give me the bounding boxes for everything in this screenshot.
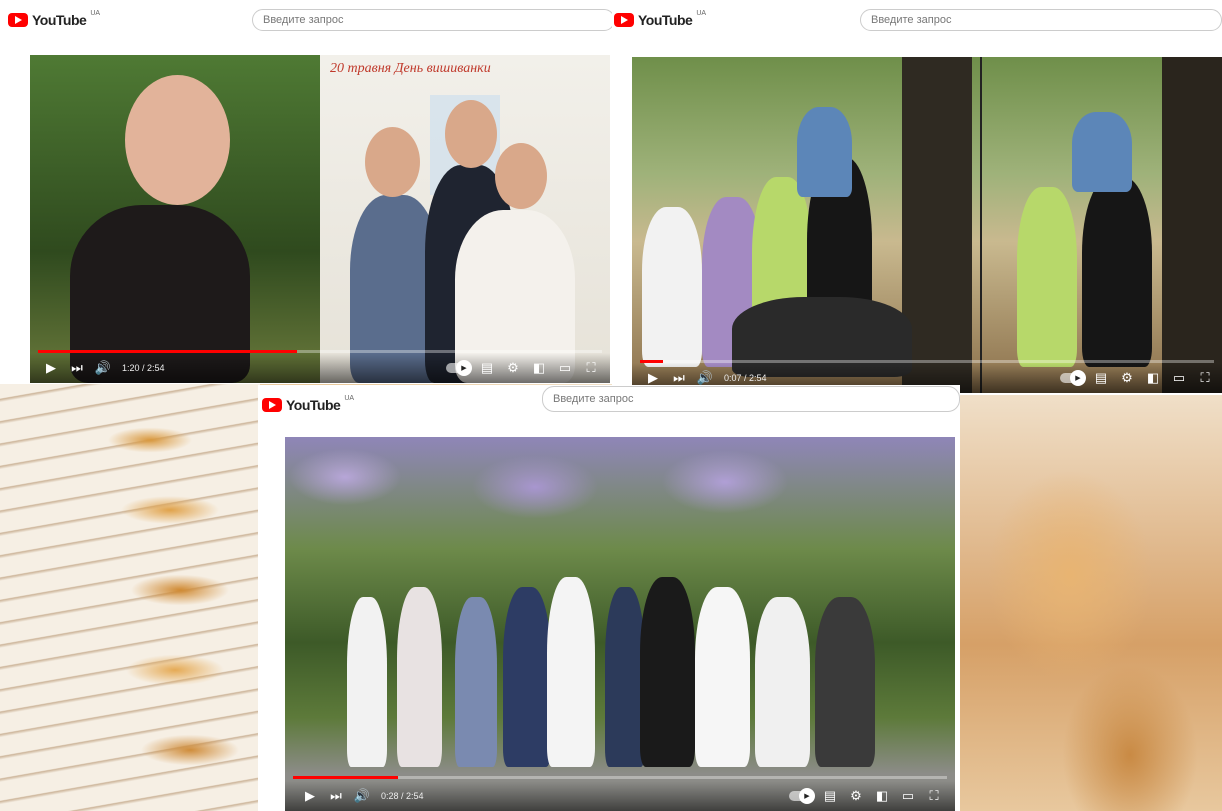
search-input[interactable]: Введите запрос xyxy=(860,9,1222,31)
video-frame-1: 20 травня День вишиванки xyxy=(30,55,610,383)
region-label: UA xyxy=(344,394,355,402)
play-icon[interactable]: ▶ xyxy=(297,783,323,809)
progress-fill xyxy=(293,776,398,779)
youtube-logo-icon xyxy=(614,13,634,27)
youtube-logo[interactable]: YouTube UA xyxy=(614,9,707,28)
next-icon[interactable]: ⏭ xyxy=(64,355,90,381)
subtitles-icon[interactable]: ▤ xyxy=(474,355,500,381)
fullscreen-icon[interactable]: ⛶ xyxy=(1192,365,1218,391)
search-input[interactable]: Введите запрос xyxy=(542,386,960,412)
miniplayer-icon[interactable]: ◧ xyxy=(526,355,552,381)
theater-icon[interactable]: ▭ xyxy=(552,355,578,381)
player-controls: ▶ ⏭ 🔊 0:28 / 2:54 ▤ ⚙ ◧ ▭ ⛶ xyxy=(285,781,955,811)
settings-icon[interactable]: ⚙ xyxy=(1114,365,1140,391)
volume-icon[interactable]: 🔊 xyxy=(90,355,116,381)
youtube-window-1: YouTube UA Введите запрос 20 травня День… xyxy=(0,0,615,384)
volume-icon[interactable]: 🔊 xyxy=(349,783,375,809)
search-placeholder: Введите запрос xyxy=(263,14,344,26)
theater-icon[interactable]: ▭ xyxy=(1166,365,1192,391)
video-frame-3 xyxy=(285,437,955,811)
time-display: 0:28 / 2:54 xyxy=(381,791,424,801)
video-player-2[interactable]: ▶ ⏭ 🔊 0:07 / 2:54 ▤ ⚙ ◧ ▭ ⛶ xyxy=(632,57,1222,393)
youtube-window-3: YouTube UA Введите запрос ▶ ⏭ 🔊 0:28 / 2… xyxy=(258,385,960,811)
subtitles-icon[interactable]: ▤ xyxy=(1088,365,1114,391)
player-controls: ▶ ⏭ 🔊 1:20 / 2:54 ▤ ⚙ ◧ ▭ ⛶ xyxy=(30,353,610,383)
youtube-logo-text: YouTube xyxy=(32,12,87,28)
autoplay-toggle-icon[interactable] xyxy=(446,360,472,376)
youtube-logo-text: YouTube xyxy=(286,397,341,413)
youtube-header: YouTube UA Введите запрос xyxy=(612,0,1222,40)
region-label: UA xyxy=(696,9,707,17)
youtube-logo-text: YouTube xyxy=(638,12,693,28)
video-player-1[interactable]: 20 травня День вишиванки ▶ ⏭ 🔊 1:20 / 2:… xyxy=(30,55,610,383)
wheat-decoration-left xyxy=(0,380,260,811)
video-frame-2 xyxy=(632,57,1222,393)
search-placeholder: Введите запрос xyxy=(871,14,952,26)
video-player-3[interactable]: ▶ ⏭ 🔊 0:28 / 2:54 ▤ ⚙ ◧ ▭ ⛶ xyxy=(285,437,955,811)
settings-icon[interactable]: ⚙ xyxy=(843,783,869,809)
settings-icon[interactable]: ⚙ xyxy=(500,355,526,381)
search-input[interactable]: Введите запрос xyxy=(252,9,615,31)
autoplay-toggle-icon[interactable] xyxy=(789,788,815,804)
subtitles-icon[interactable]: ▤ xyxy=(817,783,843,809)
wheat-decoration-right xyxy=(960,395,1222,811)
banner-text: 20 травня День вишиванки xyxy=(330,61,491,76)
youtube-logo-icon xyxy=(262,398,282,412)
fullscreen-icon[interactable]: ⛶ xyxy=(578,355,604,381)
youtube-logo[interactable]: YouTube UA xyxy=(262,394,355,413)
youtube-header: YouTube UA Введите запрос xyxy=(258,385,960,425)
autoplay-toggle-icon[interactable] xyxy=(1060,370,1086,386)
youtube-header: YouTube UA Введите запрос xyxy=(0,0,615,40)
fullscreen-icon[interactable]: ⛶ xyxy=(921,783,947,809)
next-icon[interactable]: ⏭ xyxy=(323,783,349,809)
theater-icon[interactable]: ▭ xyxy=(895,783,921,809)
youtube-window-2: YouTube UA Введите запрос ▶ ⏭ 🔊 0:07 / 2… xyxy=(612,0,1222,395)
time-display: 1:20 / 2:54 xyxy=(122,363,165,373)
progress-bar[interactable] xyxy=(293,776,947,779)
youtube-logo[interactable]: YouTube UA xyxy=(8,9,101,28)
time-display: 0:07 / 2:54 xyxy=(724,373,767,383)
youtube-logo-icon xyxy=(8,13,28,27)
miniplayer-icon[interactable]: ◧ xyxy=(1140,365,1166,391)
play-icon[interactable]: ▶ xyxy=(38,355,64,381)
search-placeholder: Введите запрос xyxy=(553,393,634,405)
region-label: UA xyxy=(90,9,101,17)
miniplayer-icon[interactable]: ◧ xyxy=(869,783,895,809)
